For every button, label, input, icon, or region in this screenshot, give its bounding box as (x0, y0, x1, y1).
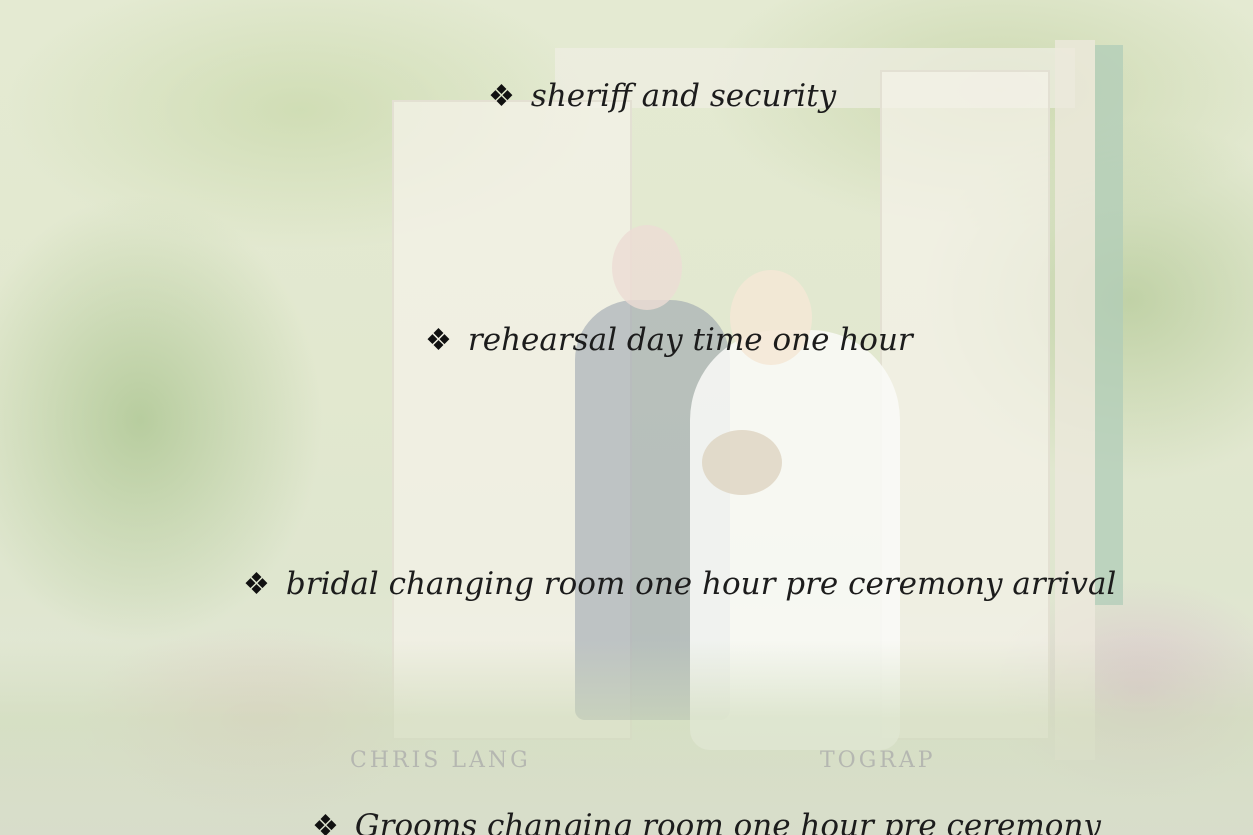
wedding-photo-background: CHRIS LANG TOGRAP (0, 0, 1253, 835)
green-post (1095, 45, 1123, 605)
list-item-sheriff: ❖ sheriff and security (488, 78, 836, 114)
list-item-bridal-room: ❖ bridal changing room one hour pre cerem… (243, 566, 1116, 602)
list-item-text: Grooms changing room one hour pre ceremo… (354, 808, 1101, 835)
list-item-text: rehearsal day time one hour (467, 322, 913, 358)
list-item-rehearsal: ❖ rehearsal day time one hour (425, 322, 913, 358)
diamond-bullet-icon: ❖ (243, 567, 270, 602)
list-item-text: sheriff and security (530, 78, 837, 114)
garden-ground (0, 640, 1253, 835)
list-item-grooms-room: ❖ Grooms changing room one hour pre cerem… (312, 808, 1101, 835)
list-item-text: bridal changing room one hour pre ceremo… (285, 566, 1117, 602)
bouquet (702, 430, 782, 495)
photographer-watermark-left: CHRIS LANG (350, 748, 531, 773)
groom-head (612, 225, 682, 310)
diamond-bullet-icon: ❖ (488, 79, 515, 114)
diamond-bullet-icon: ❖ (425, 323, 452, 358)
diamond-bullet-icon: ❖ (312, 809, 339, 835)
photographer-watermark-right: TOGRAP (820, 748, 936, 773)
